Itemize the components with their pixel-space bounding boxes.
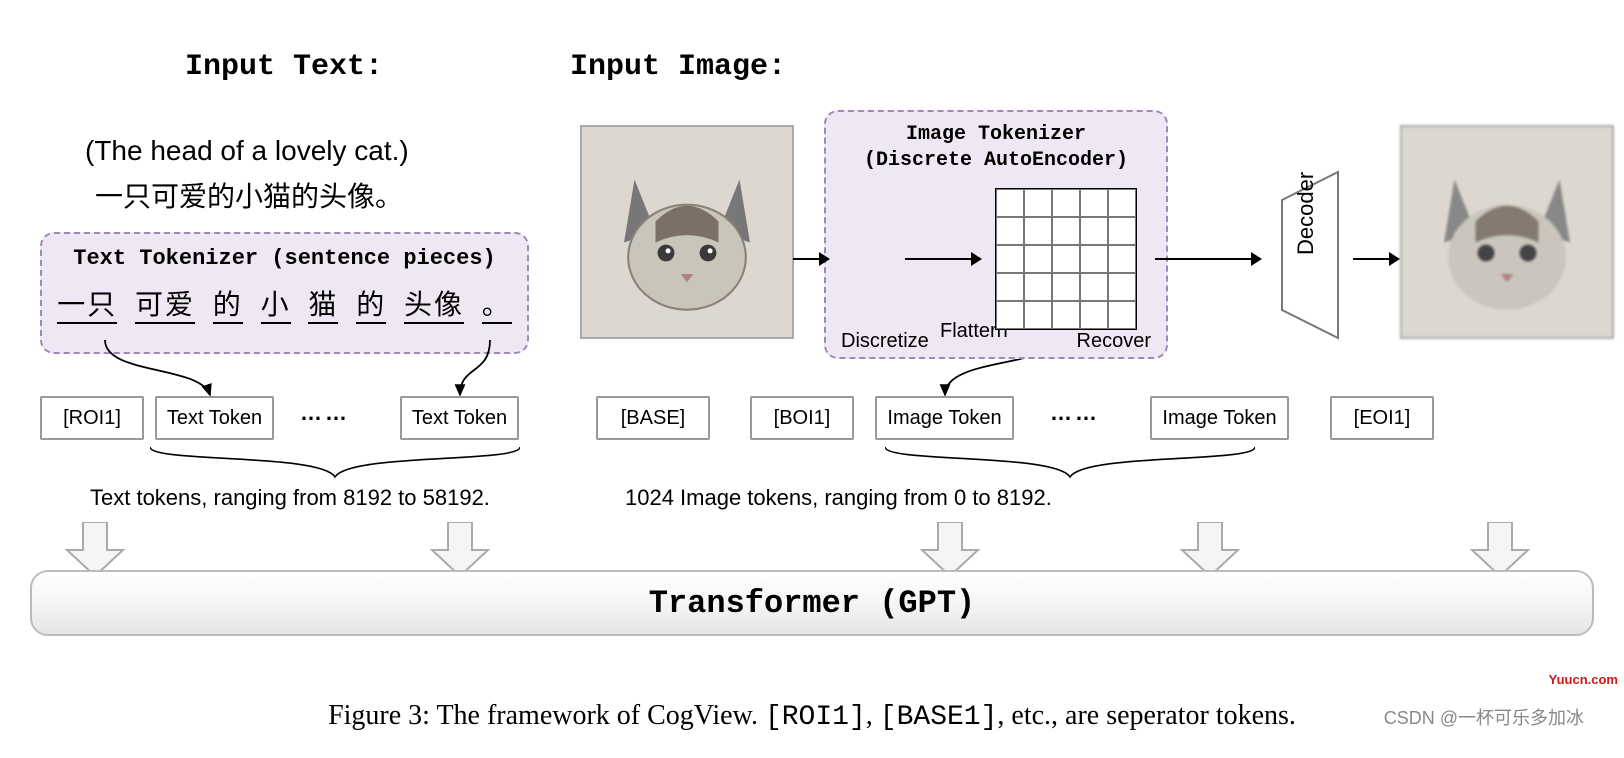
discrete-token-grid: [995, 188, 1137, 330]
text-piece-to-token-arrow-right: [390, 335, 510, 405]
roi1-token: [ROI1]: [40, 396, 144, 440]
sentence-piece: 小: [261, 289, 291, 324]
watermark-csdn: CSDN @一杯可乐多加冰: [1384, 704, 1584, 730]
eoi1-token: [EOI1]: [1330, 396, 1434, 440]
decoder-label: Decoder: [1293, 172, 1319, 255]
caption-suffix: , etc., are seperator tokens.: [997, 700, 1296, 731]
transformer-box: Transformer (GPT): [30, 570, 1594, 636]
text-token-box: Text Token: [155, 396, 274, 440]
input-text-header: Input Text:: [185, 50, 383, 84]
ellipsis-image-tokens: ……: [1050, 400, 1100, 426]
sentence-piece: 猫: [308, 289, 338, 324]
tokenized-pieces: 一只 可爱 的 小 猫 的 头像 。: [42, 283, 527, 323]
figure-caption: Figure 3: The framework of CogView. [ROI…: [0, 700, 1624, 733]
down-arrow-icon: [1470, 522, 1530, 577]
image-tokenizer-title-line2: (Discrete AutoEncoder): [864, 149, 1128, 172]
input-image-header: Input Image:: [570, 50, 786, 84]
arrow-encoder-to-grid: [905, 248, 983, 270]
image-tokens-range-label: 1024 Image tokens, ranging from 0 to 819…: [625, 485, 1052, 511]
input-cat-image: [580, 125, 794, 339]
text-token-box: Text Token: [400, 396, 519, 440]
text-tokens-brace: [150, 445, 520, 480]
image-tokens-brace: [885, 445, 1255, 480]
output-cat-image: [1400, 125, 1614, 339]
discretize-label: Discretize: [841, 330, 929, 353]
image-tokenizer-title: Image Tokenizer (Discrete AutoEncoder): [826, 122, 1166, 174]
boi1-token: [BOI1]: [750, 396, 854, 440]
watermark-site: Yuucn.com: [1549, 672, 1618, 687]
base-token: [BASE]: [596, 396, 710, 440]
down-arrow-icon: [430, 522, 490, 577]
sentence-piece: 的: [213, 289, 243, 324]
sentence-piece: 的: [356, 289, 386, 324]
sentence-piece: 可爱: [135, 289, 195, 324]
image-tokenizer-title-line1: Image Tokenizer: [906, 123, 1086, 146]
image-token-box: Image Token: [1150, 396, 1289, 440]
arrow-grid-to-decoder: [1155, 248, 1263, 270]
sentence-piece: 头像: [404, 289, 464, 324]
image-token-box: Image Token: [875, 396, 1014, 440]
input-text-english: (The head of a lovely cat.): [85, 135, 409, 167]
text-piece-to-token-arrow-left: [60, 335, 230, 405]
caption-prefix: Figure 3: The framework of CogView.: [328, 700, 765, 731]
arrow-image-to-encoder: [793, 248, 831, 270]
text-tokens-range-label: Text tokens, ranging from 8192 to 58192.: [90, 485, 490, 511]
ellipsis-text-tokens: ……: [300, 400, 350, 426]
down-arrow-icon: [1180, 522, 1240, 577]
caption-code-roi1: [ROI1]: [765, 702, 866, 733]
caption-mid: ,: [866, 700, 880, 731]
recover-label: Recover: [1077, 330, 1151, 353]
arrow-decoder-to-output: [1353, 248, 1401, 270]
down-arrow-icon: [65, 522, 125, 577]
text-tokenizer-title: Text Tokenizer (sentence pieces): [42, 246, 527, 271]
sentence-piece: 一只: [57, 289, 117, 324]
caption-code-base1: [BASE1]: [880, 702, 998, 733]
input-text-chinese: 一只可爱的小猫的头像。: [95, 175, 403, 215]
sentence-piece: 。: [482, 289, 512, 324]
down-arrow-icon: [920, 522, 980, 577]
